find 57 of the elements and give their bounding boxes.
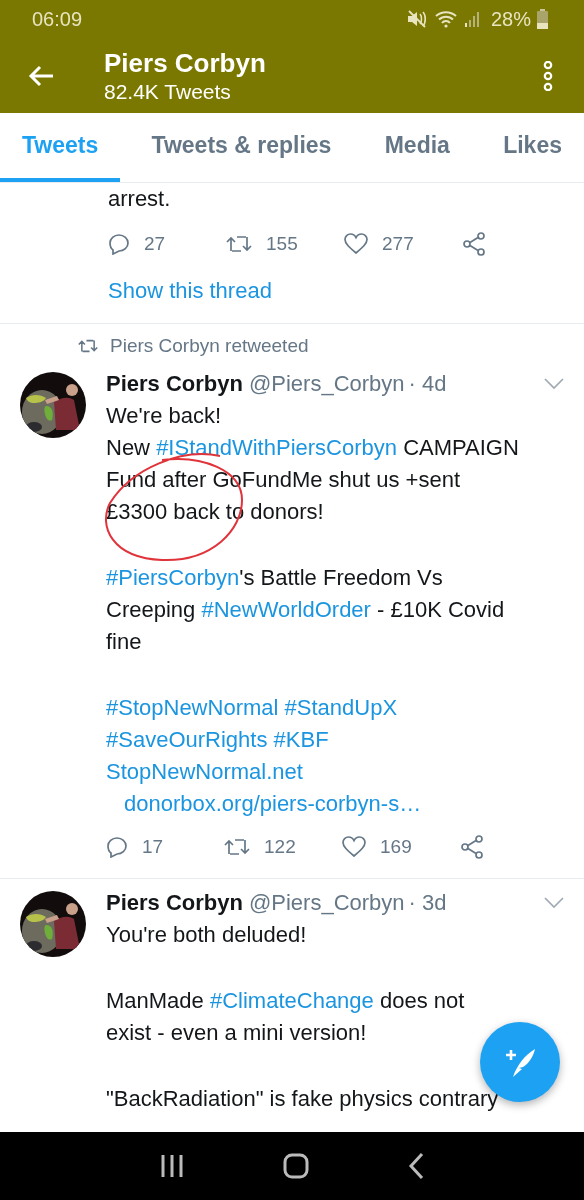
signal-icon	[464, 10, 481, 28]
tweet-text: #PiersCorbyn's Battle Freedom Vs Creeping #NewWorldOrder - £10K Covid fine	[106, 564, 505, 656]
tweet-count: 82.4K Tweets	[104, 78, 232, 105]
profile-tab[interactable]: Media	[362, 113, 472, 182]
clock: 06:09	[32, 7, 83, 31]
reply-count: 17	[142, 836, 164, 858]
tweet-time: · 4d	[408, 370, 447, 398]
heart-icon[interactable]	[342, 836, 366, 858]
tweet-text: arrest.	[108, 185, 171, 213]
hashtag-link[interactable]: #SaveOurRights	[106, 727, 268, 752]
share-icon[interactable]	[462, 232, 486, 256]
retweet-icon[interactable]	[224, 837, 250, 857]
hashtag-link[interactable]: #StandUpX	[284, 695, 398, 720]
tweet-text: You're both deluded!	[106, 921, 307, 949]
reply-count: 27	[144, 233, 166, 255]
like-count: 169	[380, 836, 412, 858]
share-icon[interactable]	[460, 835, 484, 859]
chevron-down-icon[interactable]	[544, 378, 564, 390]
more-options-icon[interactable]	[542, 60, 554, 91]
author-name: Piers Corbyn	[106, 370, 243, 398]
profile-tab[interactable]: Tweets & replies	[129, 113, 354, 182]
tweet-text: ManMade #ClimateChange does not exist - even a mini version!	[106, 987, 465, 1047]
profile-tab[interactable]: Likes	[481, 113, 584, 182]
back-icon[interactable]	[408, 1152, 425, 1180]
reply-icon[interactable]	[108, 233, 130, 255]
author-handle: @Piers_Corbyn	[248, 370, 405, 398]
show-thread-link[interactable]: Show this thread	[108, 275, 272, 307]
battery-icon	[537, 9, 548, 29]
retweet-count: 122	[264, 836, 296, 858]
heart-icon[interactable]	[344, 233, 368, 255]
retweet-count: 155	[266, 233, 298, 255]
retweet-icon	[78, 338, 98, 354]
tweet-time: · 3d	[408, 889, 447, 917]
author-name: Piers Corbyn	[106, 889, 243, 917]
back-arrow-icon[interactable]	[28, 64, 54, 87]
hashtag-link[interactable]: #StopNewNormal	[106, 695, 279, 720]
hashtag-link[interactable]: #KBF	[273, 727, 329, 752]
hashtag-link[interactable]: StopNewNormal.net	[106, 759, 303, 784]
profile-name: Piers Corbyn	[104, 46, 267, 79]
wifi-icon	[434, 10, 459, 28]
retweet-icon[interactable]	[226, 234, 252, 254]
reply-icon[interactable]	[106, 836, 128, 858]
tweet-text: "BackRadiation" is fake physics contrary	[106, 1085, 499, 1113]
chevron-down-icon[interactable]	[544, 897, 564, 909]
author-handle: @Piers_Corbyn	[248, 889, 405, 917]
website-link[interactable]: donorbox.org/piers-corbyn-s…	[124, 788, 584, 820]
profile-tab[interactable]: Tweets	[0, 113, 121, 182]
hashtag-link[interactable]: #IStandWithPiersCorbyn	[156, 435, 397, 460]
hashtag-link[interactable]: #PiersCorbyn	[106, 565, 240, 590]
mute-icon	[406, 10, 429, 28]
hashtag-link[interactable]: #ClimateChange	[209, 988, 374, 1013]
recent-apps-icon[interactable]	[159, 1153, 184, 1179]
retweeted-label: Piers Corbyn retweeted	[110, 335, 309, 357]
home-icon[interactable]	[283, 1153, 309, 1179]
hashtag-link[interactable]: #NewWorldOrder	[201, 597, 371, 622]
battery-percentage: 28%	[490, 7, 531, 31]
like-count: 277	[382, 233, 414, 255]
